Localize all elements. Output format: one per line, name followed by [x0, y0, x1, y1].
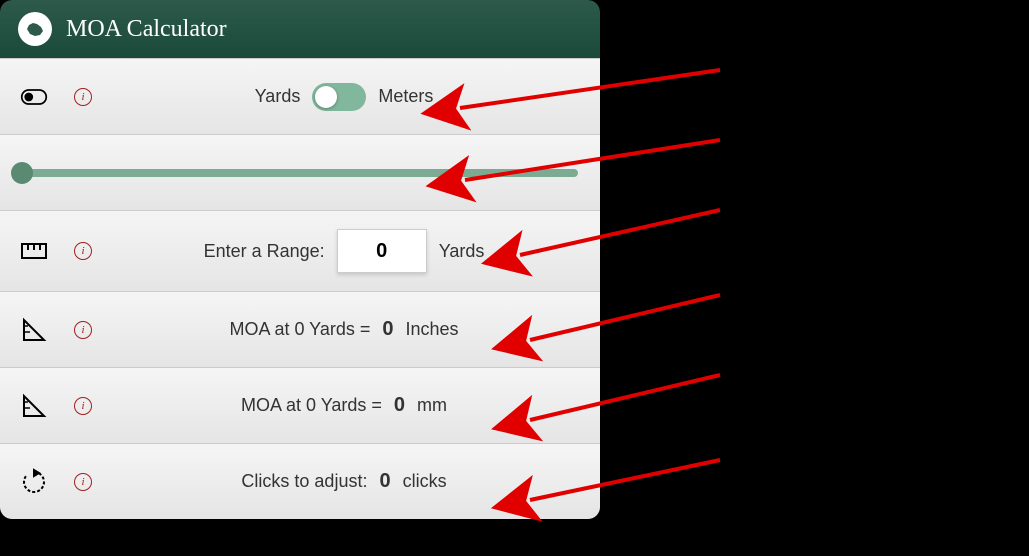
info-icon[interactable]: i — [74, 473, 92, 491]
range-slider-row — [0, 134, 600, 210]
info-icon[interactable]: i — [74, 88, 92, 106]
range-label: Enter a Range: — [204, 241, 325, 262]
measure-icon — [18, 390, 50, 422]
moa-mm-row: i MOA at 0 Yards = 0 mm — [0, 367, 600, 443]
page-title: MOA Calculator — [66, 16, 227, 43]
info-icon[interactable]: i — [74, 242, 92, 260]
moa-calculator: MOA Calculator i Yards Meters i Enter a … — [0, 0, 600, 519]
moa-inches-row: i MOA at 0 Yards = 0 Inches — [0, 291, 600, 367]
moa-mm-value: 0 — [394, 394, 405, 417]
unit-toggle-row: i Yards Meters — [0, 58, 600, 134]
moa-inches-label: MOA at 0 Yards = — [229, 319, 370, 340]
clicks-label: Clicks to adjust: — [241, 471, 367, 492]
clicks-row: i Clicks to adjust: 0 clicks — [0, 443, 600, 519]
unit-meters-label: Meters — [378, 86, 433, 107]
unit-toggle[interactable] — [312, 83, 366, 111]
info-icon[interactable]: i — [74, 397, 92, 415]
toggle-shape-icon — [18, 81, 50, 113]
moa-inches-unit: Inches — [405, 319, 458, 340]
clicks-value: 0 — [379, 470, 390, 493]
clicks-unit: clicks — [403, 471, 447, 492]
range-unit: Yards — [439, 241, 485, 262]
moa-mm-unit: mm — [417, 395, 447, 416]
unit-yards-label: Yards — [255, 86, 301, 107]
rotate-icon — [18, 466, 50, 498]
logo-icon — [18, 12, 52, 46]
range-input[interactable] — [337, 229, 427, 273]
slider-thumb[interactable] — [11, 162, 33, 184]
measure-icon — [18, 314, 50, 346]
range-slider[interactable] — [22, 169, 578, 177]
range-input-row: i Enter a Range: Yards — [0, 210, 600, 291]
ruler-icon — [18, 235, 50, 267]
calculator-header: MOA Calculator — [0, 0, 600, 58]
moa-inches-value: 0 — [382, 318, 393, 341]
toggle-knob — [315, 86, 337, 108]
moa-mm-label: MOA at 0 Yards = — [241, 395, 382, 416]
info-icon[interactable]: i — [74, 321, 92, 339]
